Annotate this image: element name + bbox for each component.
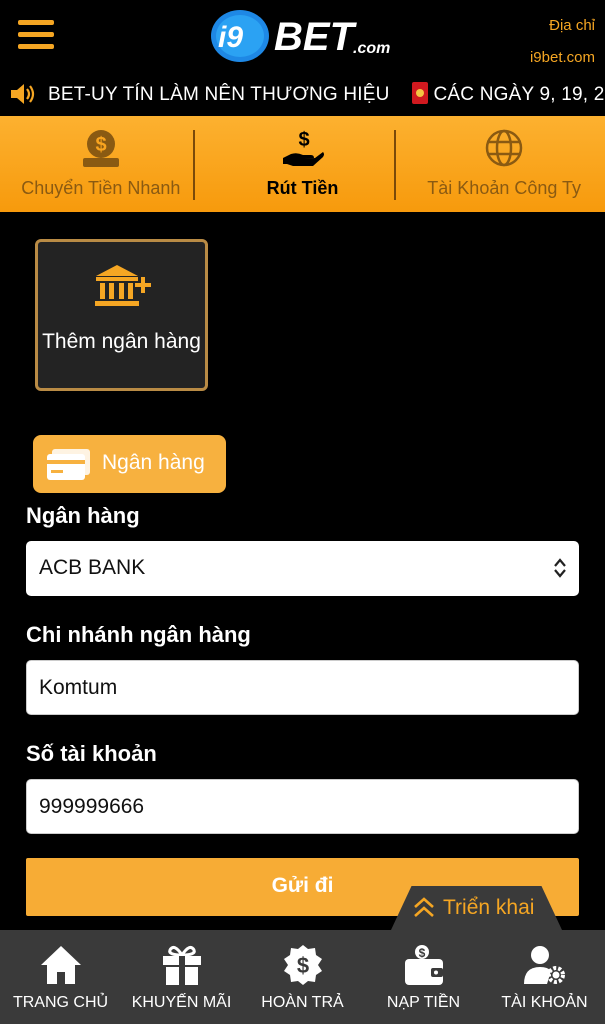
svg-text:$: $ [418,946,425,960]
address-link[interactable]: Địa chỉ [530,10,595,42]
bank-label: Ngân hàng [26,503,140,528]
tab-quick-transfer[interactable]: $ Chuyển Tiền Nhanh [0,116,202,212]
header-links: Địa chỉ i9bet.com [530,10,595,74]
nav-rebate[interactable]: $ HOÀN TRẢ [242,930,363,1024]
tab-label: Rút Tiền [266,178,339,198]
red-envelope-icon [411,82,428,104]
add-bank-button[interactable]: Thêm ngân hàng [35,239,208,391]
nav-label: KHUYẾN MÃI [131,994,232,1011]
svg-text:$: $ [296,953,308,978]
bank-plus-icon [95,265,151,306]
bank-tag-label: Ngân hàng [102,451,205,474]
nav-label: TRANG CHỦ [12,994,109,1011]
transaction-tabs: $ Chuyển Tiền Nhanh $ Rút Tiền Tài Khoản… [0,116,605,212]
marquee-text: BET-UY TÍN LÀM NÊN THƯƠNG HIỆU CÁC NGÀY 9… [48,82,605,106]
svg-text:$: $ [298,129,309,151]
nav-promotions[interactable]: KHUYẾN MÃI [121,930,242,1024]
marquee-text-1: BET-UY TÍN LÀM NÊN THƯƠNG HIỆU [48,84,390,105]
tab-divider [394,130,396,200]
announcement-marquee[interactable]: BET-UY TÍN LÀM NÊN THƯƠNG HIỆU CÁC NGÀY 9… [0,72,605,116]
nav-deposit[interactable]: $ NẠP TIỀN [363,930,484,1024]
i9bet-logo[interactable]: i9 BET .com [210,6,400,64]
domain-link[interactable]: i9bet.com [530,42,595,74]
branch-input[interactable] [26,660,579,715]
expand-label: Triển khai [443,896,535,919]
bank-category-tag[interactable]: Ngân hàng [33,435,226,493]
add-bank-label: Thêm ngân hàng [42,330,201,353]
coin-deposit-icon: $ [82,130,119,167]
tab-withdraw[interactable]: $ Rút Tiền [202,116,404,212]
nav-label: NẠP TIỀN [386,994,461,1011]
svg-text:$: $ [95,134,106,156]
select-chevron-icon [554,558,566,578]
globe-icon [485,129,523,167]
dollar-badge-icon: $ [283,945,322,985]
marquee-text-2: CÁC NGÀY 9, 19, 29 I [433,84,605,105]
bank-select-value: ACB BANK [39,556,146,579]
tab-divider [193,130,195,200]
logo-main: BET [274,15,358,59]
user-gear-icon [523,946,565,984]
wallet-icon: $ [404,945,443,985]
account-number-label: Số tài khoản [26,741,157,766]
menu-icon[interactable] [18,20,54,52]
logo-suffix: .com [353,40,390,57]
nav-account[interactable]: TÀI KHOẢN [484,930,605,1024]
app-header: i9 BET .com Địa chỉ i9bet.com [0,0,605,72]
nav-label: TÀI KHOẢN [501,994,588,1011]
branch-label: Chi nhánh ngân hàng [26,622,251,647]
bottom-nav: TRANG CHỦ KHUYẾN MÃI $ HOÀN TRẢ $ NẠP TI… [0,930,605,1024]
logo-prefix: i9 [218,21,243,54]
expand-toggle[interactable]: Triển khai [391,886,562,930]
tab-label: Tài Khoản Công Ty [427,178,582,198]
bank-select[interactable]: ACB BANK [26,541,579,596]
double-chevron-up-icon [414,897,434,917]
nav-label: HOÀN TRẢ [261,994,344,1011]
tab-label: Chuyển Tiền Nhanh [21,178,181,198]
account-number-input[interactable] [26,779,579,834]
hand-dollar-icon: $ [282,129,324,166]
card-icon [47,449,90,480]
tab-company-account[interactable]: Tài Khoản Công Ty [403,116,605,212]
gift-icon [162,945,201,985]
home-icon [40,946,81,984]
speaker-icon [11,84,35,104]
nav-home[interactable]: TRANG CHỦ [0,930,121,1024]
